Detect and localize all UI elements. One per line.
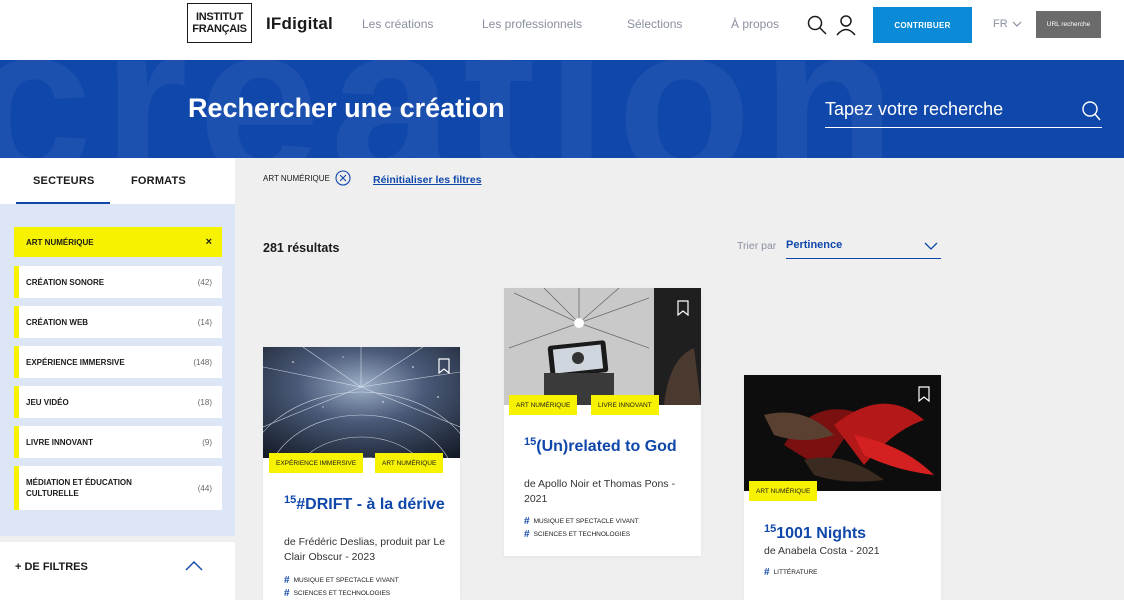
remove-filter-icon[interactable]: ×: [206, 236, 212, 248]
institut-francais-logo[interactable]: INSTITUT FRANÇAIS: [187, 3, 252, 43]
filter-livre-innovant[interactable]: LIVRE INNOVANT (9): [14, 426, 222, 458]
card-category-label: MUSIQUE ET SPECTACLE VIVANT: [533, 518, 639, 525]
search-submit-icon[interactable]: [1080, 100, 1102, 122]
contribute-button[interactable]: CONTRIBUER: [873, 7, 972, 43]
card-category: # SCIENCES ET TECHNOLOGIES: [284, 588, 390, 599]
logo-line-2: FRANÇAIS: [192, 23, 247, 35]
card-subtitle: de Frédéric Deslias, produit par Le Clai…: [284, 536, 446, 563]
sort-value: Pertinence: [786, 239, 843, 251]
card-title-text: #DRIFT - à la dérive: [296, 496, 445, 513]
card-category: # MUSIQUE ET SPECTACLE VIVANT: [524, 516, 639, 527]
bookmark-icon[interactable]: [918, 386, 930, 402]
card-category-label: SCIENCES ET TECHNOLOGIES: [533, 531, 631, 538]
filter-mediation-education[interactable]: MÉDIATION ET ÉDUCATION CULTURELLE (44): [14, 466, 222, 510]
filter-art-numerique[interactable]: ART NUMÉRIQUE ×: [14, 227, 222, 257]
card-image-unrelated: [504, 288, 701, 405]
user-icon[interactable]: [835, 14, 857, 36]
nav-a-propos[interactable]: À propos: [731, 17, 779, 31]
filter-creation-web[interactable]: CRÉATION WEB (14): [14, 306, 222, 338]
card-title[interactable]: 15(Un)related to God: [524, 433, 689, 456]
card-tag: ART NUMÉRIQUE: [375, 453, 444, 473]
filter-label: MÉDIATION ET ÉDUCATION CULTURELLE: [26, 478, 132, 498]
card-category: # SCIENCES ET TECHNOLOGIES: [524, 529, 630, 540]
brand-name[interactable]: IFdigital: [266, 14, 333, 34]
sort-select[interactable]: Pertinence: [786, 235, 941, 259]
card-number: 15: [764, 523, 777, 535]
filter-count: (42): [197, 277, 212, 287]
card-number: 15: [524, 436, 537, 448]
card-title-text: (Un)related to God: [536, 438, 677, 455]
filter-label: CRÉATION WEB: [26, 317, 89, 327]
filter-label: EXPÉRIENCE IMMERSIVE: [26, 357, 125, 367]
creation-card[interactable]: EXPÉRIENCE IMMERSIVE ART NUMÉRIQUE 15#DR…: [263, 347, 460, 600]
url-search-button[interactable]: URL recherche: [1036, 11, 1101, 38]
search-input[interactable]: [825, 94, 1065, 124]
card-category: # MUSIQUE ET SPECTACLE VIVANT: [284, 575, 399, 586]
card-title[interactable]: 151001 Nights: [764, 520, 929, 543]
hashtag-icon: #: [524, 529, 530, 540]
hashtag-icon: #: [764, 567, 770, 578]
filter-label: JEU VIDÉO: [26, 397, 69, 407]
bookmark-icon[interactable]: [677, 300, 689, 316]
filter-count: (18): [197, 397, 212, 407]
reset-filters-link[interactable]: Réinitialiser les filtres: [373, 174, 482, 186]
sidebar-tabs: SECTEURS FORMATS: [0, 158, 235, 204]
close-circle-icon[interactable]: [335, 170, 351, 186]
filter-count: (44): [197, 483, 212, 493]
card-image-1001-nights: [744, 375, 941, 491]
nav-les-professionnels[interactable]: Les professionnels: [482, 17, 582, 31]
nav-selections[interactable]: Sélections: [627, 17, 682, 31]
bookmark-icon[interactable]: [438, 358, 450, 374]
tab-secteurs[interactable]: SECTEURS: [33, 175, 95, 187]
active-filter-label: ART NUMÉRIQUE: [263, 173, 330, 183]
filter-jeu-video[interactable]: JEU VIDÉO (18): [14, 386, 222, 418]
hashtag-icon: #: [284, 575, 290, 586]
search-hero: création Rechercher une création: [0, 60, 1124, 158]
card-subtitle: de Anabela Costa - 2021: [764, 545, 880, 557]
card-tag: EXPÉRIENCE IMMERSIVE: [269, 453, 364, 473]
filter-count: (148): [193, 357, 212, 367]
results-count: 281 résultats: [263, 241, 340, 255]
card-tag: ART NUMÉRIQUE: [749, 481, 818, 501]
chevron-down-icon: [1012, 21, 1022, 27]
more-filters-toggle[interactable]: + DE FILTRES: [0, 536, 235, 600]
card-tag: ART NUMÉRIQUE: [509, 395, 578, 415]
chevron-down-icon: [924, 242, 938, 250]
card-title[interactable]: 15#DRIFT - à la dérive: [284, 491, 449, 514]
search-icon[interactable]: [806, 14, 828, 36]
filter-experience-immersive[interactable]: EXPÉRIENCE IMMERSIVE (148): [14, 346, 222, 378]
top-header: INSTITUT FRANÇAIS IFdigital Les création…: [0, 0, 1124, 60]
card-tag: LIVRE INNOVANT: [591, 395, 659, 415]
hashtag-icon: #: [524, 516, 530, 527]
card-category-label: LITTÉRATURE: [773, 569, 818, 576]
creation-card[interactable]: ART NUMÉRIQUE 151001 Nights de Anabela C…: [744, 375, 941, 600]
card-number: 15: [284, 494, 297, 506]
filter-count: (9): [202, 437, 212, 447]
language-selector[interactable]: FR: [993, 18, 1022, 30]
filter-label: CRÉATION SONORE: [26, 277, 105, 287]
card-subtitle: de Apollo Noir et Thomas Pons - 2021: [524, 478, 675, 505]
card-category-label: MUSIQUE ET SPECTACLE VIVANT: [293, 577, 399, 584]
language-label: FR: [993, 18, 1008, 30]
active-filter-chip[interactable]: ART NUMÉRIQUE: [263, 170, 351, 186]
page-title: Rechercher une création: [188, 93, 505, 123]
filter-count: (14): [197, 317, 212, 327]
card-category: # LITTÉRATURE: [764, 567, 818, 578]
filter-label: LIVRE INNOVANT: [26, 437, 93, 447]
search-field: [825, 94, 1102, 128]
tab-formats[interactable]: FORMATS: [131, 175, 186, 187]
more-filters-label: + DE FILTRES: [15, 561, 88, 573]
nav-les-creations[interactable]: Les créations: [362, 17, 433, 31]
creation-card[interactable]: ART NUMÉRIQUE LIVRE INNOVANT 15(Un)relat…: [504, 288, 701, 556]
card-image-drift: [263, 347, 460, 458]
sort-label: Trier par: [737, 240, 777, 252]
card-category-label: SCIENCES ET TECHNOLOGIES: [293, 590, 391, 597]
hashtag-icon: #: [284, 588, 290, 599]
filter-creation-sonore[interactable]: CRÉATION SONORE (42): [14, 266, 222, 298]
filter-label: ART NUMÉRIQUE: [26, 237, 94, 247]
logo-line-1: INSTITUT: [195, 11, 244, 23]
card-title-text: 1001 Nights: [776, 525, 867, 542]
chevron-up-icon[interactable]: [184, 559, 204, 573]
